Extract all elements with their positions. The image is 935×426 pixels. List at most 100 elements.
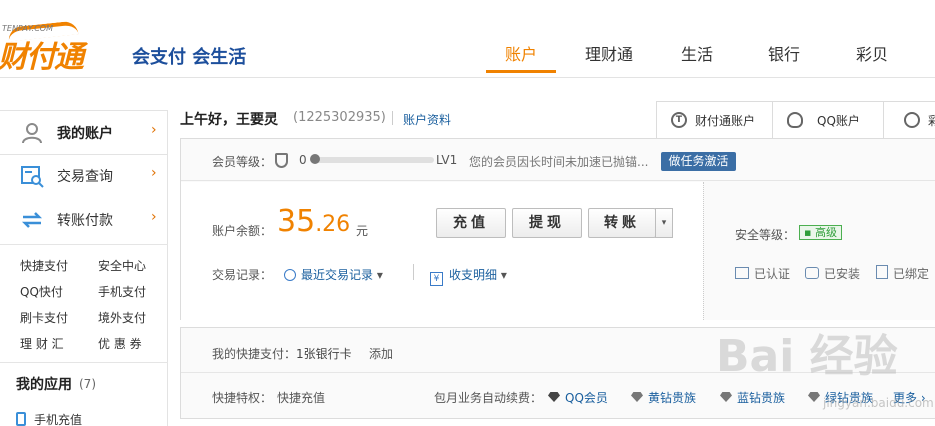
security-area: 安全等级： ▪ 高级 已认证 已安装 已绑定 <box>703 182 935 320</box>
installed-label: 已安装 <box>824 267 861 281</box>
quickpay-value: 1张银行卡 <box>296 347 352 361</box>
level-start: 0 <box>299 153 307 167</box>
nav-account[interactable]: 账户 <box>505 41 537 65</box>
page: TENPAY.COM 财付通 会支付 会生活 账户 理财通 生活 银行 彩贝 我… <box>0 0 935 426</box>
diamond-icon <box>808 392 820 402</box>
link-licaihui[interactable]: 理 财 汇 <box>20 335 64 352</box>
bound-status[interactable]: 已绑定 <box>876 265 929 282</box>
account-profile-link[interactable]: 账户资料 <box>403 111 451 128</box>
tab-label: 财付通账户 <box>695 114 756 128</box>
check-shield-icon <box>805 267 819 279</box>
diamond-icon <box>631 392 643 402</box>
clock-icon <box>284 269 296 281</box>
nav-licaitong[interactable]: 理财通 <box>585 41 633 65</box>
quick-recharge-link[interactable]: 快捷充值 <box>277 389 325 406</box>
my-apps-count: (7) <box>79 377 96 391</box>
nav-bank[interactable]: 银行 <box>768 41 800 65</box>
link-qq-pay[interactable]: QQ快付 <box>20 283 63 300</box>
caibei-icon <box>904 112 920 128</box>
tab-label: 彩 <box>928 114 935 128</box>
chevron-down-icon: ▾ <box>376 268 383 282</box>
balance-area: 账户余额： 35.26 元 充值 提现 转账 ▾ 交易记录： 最近交易记录 ▾ … <box>181 182 703 320</box>
user-icon <box>22 123 42 144</box>
installed-status[interactable]: 已安装 <box>805 265 860 282</box>
transfer-dropdown-button[interactable]: ▾ <box>655 208 673 238</box>
tab-label: QQ账户 <box>817 114 860 128</box>
sidebar-item-label: 转账付款 <box>57 213 113 229</box>
tab-caibei[interactable]: 彩 <box>883 101 935 139</box>
vip-label: QQ会员 <box>565 391 608 405</box>
security-level-label: 安全等级： <box>735 228 796 242</box>
qq-vip-link[interactable]: QQ会员 <box>548 389 608 406</box>
vip-label: 蓝钻贵族 <box>737 391 786 405</box>
link-mobile-pay[interactable]: 手机支付 <box>98 283 146 300</box>
account-panel: 会员等级： 0 LV1 您的会员因长时间未加速已抛锚... 做任务激活 账户余额… <box>180 138 935 320</box>
greeting: 上午好，王要灵 <box>180 112 278 128</box>
balance-amount: 35.26 <box>277 204 350 239</box>
nav-caibei[interactable]: 彩贝 <box>856 41 888 65</box>
shield-icon <box>275 153 288 168</box>
sidebar-item-my-account[interactable]: 我的账户 › <box>0 111 168 155</box>
link-quick-pay[interactable]: 快捷支付 <box>20 257 68 274</box>
tab-qq-account[interactable]: QQ账户 <box>772 101 884 139</box>
link-coupons[interactable]: 优 惠 券 <box>98 335 142 352</box>
logo[interactable]: 财付通 <box>0 32 84 76</box>
slogan: 会支付 会生活 <box>132 47 247 68</box>
link-card-pay[interactable]: 刷卡支付 <box>20 309 68 326</box>
do-task-button[interactable]: 做任务激活 <box>661 152 736 171</box>
member-notice: 您的会员因长时间未加速已抛锚... <box>469 155 649 169</box>
id-card-icon <box>735 267 749 279</box>
verified-label: 已认证 <box>754 267 791 281</box>
divider <box>0 244 168 245</box>
tenpay-icon: T <box>671 112 687 128</box>
balance-decimal: .26 <box>315 212 351 237</box>
income-detail-label: 收支明细 <box>449 268 498 282</box>
balance-unit: 元 <box>356 224 369 238</box>
baidu-jingyan-watermark: Bai 经验 <box>716 331 898 382</box>
sidebar-item-transfer[interactable]: 转账付款 › <box>0 198 168 242</box>
yellow-diamond-link[interactable]: 黄钻贵族 <box>631 389 696 406</box>
balance-label: 账户余额： <box>212 224 273 238</box>
security-level-badge: ▪ 高级 <box>799 225 842 240</box>
sidebar-item-label: 交易查询 <box>57 169 113 185</box>
quickpay-label: 我的快捷支付： <box>212 347 297 361</box>
income-detail-dropdown[interactable]: ¥ 收支明细 ▾ <box>430 266 507 286</box>
chevron-right-icon: › <box>151 122 157 138</box>
privilege-label: 快捷特权： <box>212 391 273 405</box>
transfer-button[interactable]: 转账 <box>588 208 656 238</box>
nav-active-indicator <box>486 70 556 73</box>
link-overseas-pay[interactable]: 境外支付 <box>98 309 146 326</box>
qq-vip-icon <box>548 392 560 402</box>
monthly-renew-label: 包月业务自动续费： <box>434 391 543 405</box>
blue-diamond-link[interactable]: 蓝钻贵族 <box>720 389 785 406</box>
divider <box>392 111 393 125</box>
progress-knob <box>310 154 320 164</box>
member-level-label: 会员等级： <box>212 155 273 169</box>
sidebar-item-transactions[interactable]: 交易查询 › <box>0 154 168 198</box>
verified-status[interactable]: 已认证 <box>735 265 790 282</box>
link-security-center[interactable]: 安全中心 <box>98 257 146 274</box>
tab-tenpay-account[interactable]: T 财付通账户 <box>656 101 773 139</box>
phone-icon <box>16 412 26 426</box>
member-progress-bar <box>312 157 434 163</box>
vip-label: 黄钻贵族 <box>648 391 697 405</box>
nav-life[interactable]: 生活 <box>681 41 713 65</box>
chevron-right-icon: › <box>151 209 157 225</box>
search-list-icon <box>21 166 44 188</box>
divider <box>0 362 168 363</box>
recent-records-dropdown[interactable]: 最近交易记录 ▾ <box>284 266 383 283</box>
qq-number: (1225302935) <box>293 110 386 125</box>
withdraw-button[interactable]: 提现 <box>512 208 582 238</box>
security-level-value: 高级 <box>814 226 837 239</box>
recharge-button[interactable]: 充值 <box>436 208 506 238</box>
app-label: 手机充值 <box>34 413 83 426</box>
sidebar: 我的账户 › 交易查询 › 转账付款 › 快捷支付 安全中心 QQ快付 手机支付 <box>0 110 168 426</box>
recent-records-label: 最近交易记录 <box>301 268 374 282</box>
chevron-right-icon: › <box>151 165 157 181</box>
chevron-down-icon: ▾ <box>500 268 507 282</box>
app-mobile-recharge[interactable]: 手机充值 <box>16 411 82 426</box>
records-label: 交易记录： <box>212 268 273 282</box>
level-end: LV1 <box>436 153 458 167</box>
add-card-link[interactable]: 添加 <box>369 345 393 362</box>
baidu-jingyan-url: jingyan.baidu.com <box>823 396 934 410</box>
